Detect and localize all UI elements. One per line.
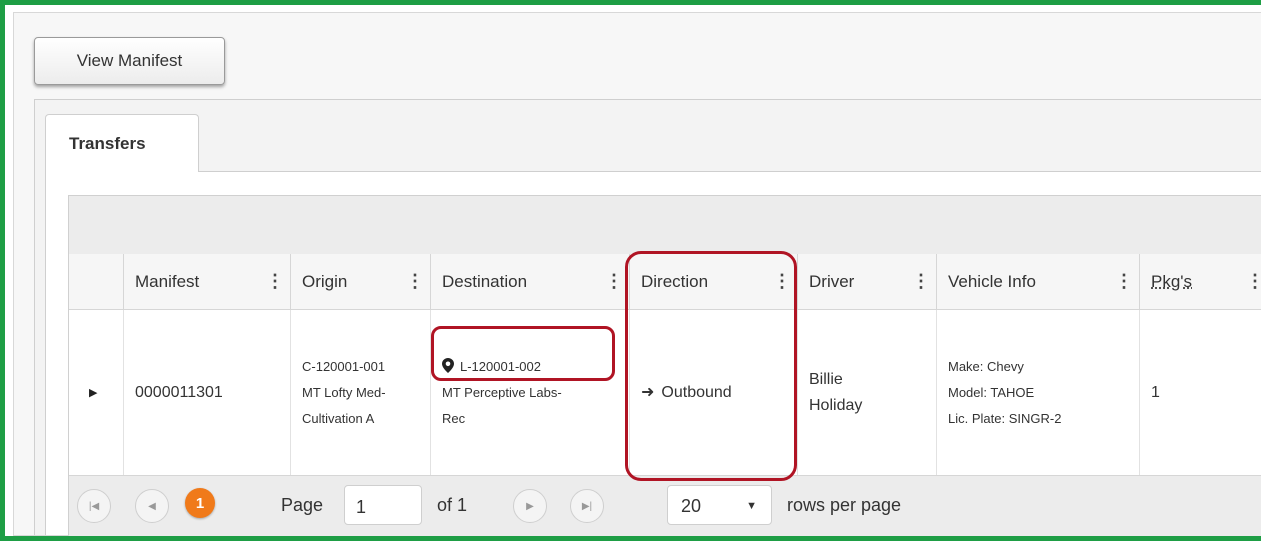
grid-header: Manifest ⋮ Origin ⋮ Destination ⋮ Direct… [69, 254, 1261, 310]
expand-column-header [69, 254, 124, 309]
column-menu-icon[interactable]: ⋮ [1246, 271, 1261, 292]
last-page-icon: ▶| [581, 500, 593, 512]
column-header-driver[interactable]: Driver ⋮ [798, 254, 937, 309]
column-header-destination[interactable]: Destination ⋮ [431, 254, 630, 309]
column-menu-icon[interactable]: ⋮ [773, 271, 791, 292]
column-menu-icon[interactable]: ⋮ [406, 271, 424, 292]
view-manifest-button[interactable]: View Manifest [34, 37, 225, 85]
vehicle-make: Make: Chevy [948, 358, 1024, 374]
cell-vehicle-info: Make: Chevy Model: TAHOE Lic. Plate: SIN… [937, 310, 1140, 475]
first-page-button[interactable]: |◀ [77, 489, 111, 523]
column-header-origin[interactable]: Origin ⋮ [291, 254, 431, 309]
last-page-button[interactable]: ▶| [570, 489, 604, 523]
cell-driver: Billie Holiday [798, 310, 937, 475]
tab-transfers[interactable]: Transfers [45, 114, 199, 172]
page-number-input[interactable]: 1 [344, 485, 422, 525]
arrow-right-icon: ➜ [641, 383, 655, 401]
column-header-manifest[interactable]: Manifest ⋮ [124, 254, 291, 309]
page-of-label: of 1 [437, 495, 468, 515]
column-header-vehicle-info[interactable]: Vehicle Info ⋮ [937, 254, 1140, 309]
rows-per-page-select[interactable]: 20 ▼ [667, 485, 772, 525]
column-label: Manifest [135, 271, 200, 291]
table-row[interactable]: ▶ 0000011301 C-120001-001 MT Lofty Med- … [69, 310, 1261, 476]
column-label: Destination [442, 271, 528, 291]
pkgs-count: 1 [1151, 383, 1160, 401]
prev-page-icon: ◀ [148, 500, 156, 512]
column-label: Pkg's [1151, 271, 1193, 291]
destination-name-line2: Rec [442, 410, 466, 426]
grid-toolbar [69, 196, 1261, 255]
column-menu-icon[interactable]: ⋮ [1115, 271, 1133, 292]
dropdown-caret-icon: ▼ [746, 500, 757, 512]
column-header-pkgs[interactable]: Pkg's ⋮ [1140, 254, 1261, 309]
first-page-icon: |◀ [88, 500, 100, 512]
prev-page-button[interactable]: ◀ [135, 489, 169, 523]
cell-direction: ➜ Outbound [630, 310, 798, 475]
row-expand-toggle[interactable]: ▶ [69, 310, 124, 475]
pager: |◀ ◀ 1 Page 1 of 1 ▶ ▶| 20 ▼ rows per pa… [69, 476, 1261, 536]
origin-license: C-120001-001 [302, 358, 386, 374]
cell-origin: C-120001-001 MT Lofty Med- Cultivation A [291, 310, 431, 475]
origin-name-line2: Cultivation A [302, 410, 375, 426]
destination-license: L-120001-002 [460, 358, 541, 374]
column-label: Origin [302, 271, 348, 291]
map-marker-icon [442, 357, 454, 373]
tabstrip: Transfers Manifest ⋮ Origin ⋮ Destinatio… [34, 99, 1261, 536]
tab-panel: Manifest ⋮ Origin ⋮ Destination ⋮ Direct… [45, 171, 1261, 536]
column-menu-icon[interactable]: ⋮ [266, 271, 284, 292]
caret-right-icon[interactable]: ▶ [89, 386, 97, 399]
next-page-icon: ▶ [526, 500, 534, 512]
direction-value: Outbound [661, 383, 732, 401]
column-menu-icon[interactable]: ⋮ [605, 271, 623, 292]
rows-per-page-label: rows per page [787, 495, 902, 515]
vehicle-plate: Lic. Plate: SINGR-2 [948, 410, 1062, 426]
column-label: Driver [809, 271, 855, 291]
rows-per-page-value: 20 [681, 496, 702, 516]
column-label: Vehicle Info [948, 271, 1036, 291]
screenshot-frame: View Manifest Transfers Manifest ⋮ Origi… [0, 0, 1261, 541]
column-menu-icon[interactable]: ⋮ [912, 271, 930, 292]
page-label: Page [281, 495, 324, 515]
cell-manifest: 0000011301 [124, 310, 291, 475]
cell-destination: L-120001-002 MT Perceptive Labs- Rec [431, 310, 630, 475]
destination-name-line1: MT Perceptive Labs- [442, 384, 562, 400]
current-page-badge[interactable]: 1 [185, 488, 215, 518]
manifest-container: View Manifest Transfers Manifest ⋮ Origi… [13, 12, 1261, 536]
origin-name-line1: MT Lofty Med- [302, 384, 386, 400]
transfers-grid: Manifest ⋮ Origin ⋮ Destination ⋮ Direct… [68, 195, 1261, 536]
next-page-button[interactable]: ▶ [513, 489, 547, 523]
manifest-number: 0000011301 [135, 383, 223, 401]
vehicle-model: Model: TAHOE [948, 384, 1035, 400]
column-header-direction[interactable]: Direction ⋮ [630, 254, 798, 309]
driver-first-name: Billie [809, 370, 843, 388]
cell-pkgs: 1 [1140, 310, 1261, 475]
column-label: Direction [641, 271, 709, 291]
driver-last-name: Holiday [809, 396, 863, 414]
